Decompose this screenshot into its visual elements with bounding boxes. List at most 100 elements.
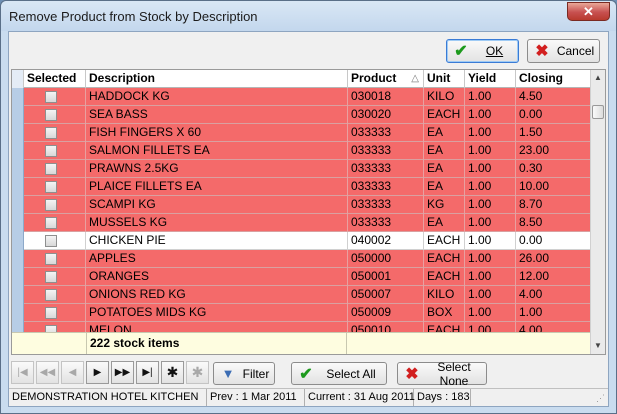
column-header-product[interactable]: Product △: [348, 70, 424, 88]
cell-closing[interactable]: 12.00: [516, 268, 592, 286]
cell-product[interactable]: 033333: [348, 178, 424, 196]
row-indicator[interactable]: [12, 214, 24, 232]
scroll-up-icon[interactable]: ▲: [591, 70, 605, 86]
cell-description[interactable]: MUSSELS KG: [86, 214, 348, 232]
cell-closing[interactable]: 26.00: [516, 250, 592, 268]
row-checkbox[interactable]: [45, 271, 57, 283]
cell-description[interactable]: FISH FINGERS X 60: [86, 124, 348, 142]
close-button[interactable]: ✕: [567, 2, 610, 21]
cell-product[interactable]: 050001: [348, 268, 424, 286]
row-checkbox[interactable]: [45, 91, 57, 103]
cell-yield[interactable]: 1.00: [465, 160, 516, 178]
table-row[interactable]: SALMON FILLETS EA 033333 EA 1.00 23.00: [12, 142, 592, 160]
cell-closing[interactable]: 8.50: [516, 214, 592, 232]
cell-unit[interactable]: KG: [424, 196, 465, 214]
table-row[interactable]: ONIONS RED KG 050007 KILO 1.00 4.00: [12, 286, 592, 304]
cell-yield[interactable]: 1.00: [465, 178, 516, 196]
row-indicator[interactable]: [12, 232, 24, 250]
first-record-icon[interactable]: |◀: [11, 361, 34, 384]
cell-product[interactable]: 033333: [348, 124, 424, 142]
cell-product[interactable]: 030018: [348, 88, 424, 106]
cell-description[interactable]: SEA BASS: [86, 106, 348, 124]
table-row[interactable]: HADDOCK KG 030018 KILO 1.00 4.50: [12, 88, 592, 106]
cell-product[interactable]: 033333: [348, 142, 424, 160]
cell-yield[interactable]: 1.00: [465, 304, 516, 322]
cell-yield[interactable]: 1.00: [465, 214, 516, 232]
prior-record-icon[interactable]: ◀: [61, 361, 84, 384]
row-indicator[interactable]: [12, 142, 24, 160]
cell-product[interactable]: 050000: [348, 250, 424, 268]
cell-description[interactable]: PLAICE FILLETS EA: [86, 178, 348, 196]
cell-product[interactable]: 050009: [348, 304, 424, 322]
cell-closing[interactable]: 1.50: [516, 124, 592, 142]
cell-closing[interactable]: 10.00: [516, 178, 592, 196]
cell-description[interactable]: POTATOES MIDS KG: [86, 304, 348, 322]
row-checkbox[interactable]: [45, 127, 57, 139]
cell-description[interactable]: SCAMPI KG: [86, 196, 348, 214]
cell-yield[interactable]: 1.00: [465, 142, 516, 160]
cell-unit[interactable]: EACH: [424, 268, 465, 286]
vertical-scrollbar[interactable]: ▲ ▼: [590, 70, 605, 354]
column-header-yield[interactable]: Yield: [465, 70, 516, 88]
cell-unit[interactable]: KILO: [424, 88, 465, 106]
cell-description[interactable]: CHICKEN PIE: [86, 232, 348, 250]
cell-unit[interactable]: EA: [424, 178, 465, 196]
filter-button[interactable]: ▼ Filter: [213, 362, 275, 385]
row-checkbox[interactable]: [45, 109, 57, 121]
cell-unit[interactable]: EACH: [424, 232, 465, 250]
cell-closing[interactable]: 0.30: [516, 160, 592, 178]
select-all-button[interactable]: ✔ Select All: [291, 362, 387, 385]
row-indicator[interactable]: [12, 286, 24, 304]
table-row[interactable]: ORANGES 050001 EACH 1.00 12.00: [12, 268, 592, 286]
row-checkbox[interactable]: [45, 163, 57, 175]
cell-closing[interactable]: 4.50: [516, 88, 592, 106]
table-row[interactable]: APPLES 050000 EACH 1.00 26.00: [12, 250, 592, 268]
table-row[interactable]: POTATOES MIDS KG 050009 BOX 1.00 1.00: [12, 304, 592, 322]
row-checkbox[interactable]: [45, 199, 57, 211]
column-header-description[interactable]: Description: [86, 70, 348, 88]
cell-yield[interactable]: 1.00: [465, 232, 516, 250]
cell-closing[interactable]: 23.00: [516, 142, 592, 160]
row-indicator[interactable]: [12, 196, 24, 214]
cell-description[interactable]: SALMON FILLETS EA: [86, 142, 348, 160]
cell-unit[interactable]: EACH: [424, 106, 465, 124]
stock-grid[interactable]: Selected Description Product △ Unit Yiel…: [11, 69, 606, 355]
insert-record-icon[interactable]: ✱: [161, 361, 184, 384]
cell-product[interactable]: 030020: [348, 106, 424, 124]
cell-unit[interactable]: EA: [424, 124, 465, 142]
cell-yield[interactable]: 1.00: [465, 286, 516, 304]
row-checkbox[interactable]: [45, 145, 57, 157]
table-row[interactable]: FISH FINGERS X 60 033333 EA 1.00 1.50: [12, 124, 592, 142]
row-checkbox[interactable]: [45, 307, 57, 319]
table-row[interactable]: SCAMPI KG 033333 KG 1.00 8.70: [12, 196, 592, 214]
cell-yield[interactable]: 1.00: [465, 106, 516, 124]
cell-unit[interactable]: EA: [424, 214, 465, 232]
column-header-selected[interactable]: Selected: [24, 70, 86, 88]
cell-closing[interactable]: 8.70: [516, 196, 592, 214]
cell-closing[interactable]: 4.00: [516, 286, 592, 304]
cell-yield[interactable]: 1.00: [465, 250, 516, 268]
row-checkbox[interactable]: [45, 253, 57, 265]
title-bar[interactable]: Remove Product from Stock by Description…: [1, 1, 616, 31]
cell-product[interactable]: 050007: [348, 286, 424, 304]
row-indicator[interactable]: [12, 178, 24, 196]
cell-unit[interactable]: EACH: [424, 250, 465, 268]
column-header-unit[interactable]: Unit: [424, 70, 465, 88]
cell-unit[interactable]: EA: [424, 142, 465, 160]
row-indicator[interactable]: [12, 106, 24, 124]
cell-unit[interactable]: KILO: [424, 286, 465, 304]
row-indicator[interactable]: [12, 88, 24, 106]
cell-closing[interactable]: 0.00: [516, 232, 592, 250]
post-edit-icon[interactable]: ✱: [186, 361, 209, 384]
cell-yield[interactable]: 1.00: [465, 124, 516, 142]
select-none-button[interactable]: ✖ Select None: [397, 360, 487, 388]
cell-unit[interactable]: BOX: [424, 304, 465, 322]
cell-product[interactable]: 033333: [348, 160, 424, 178]
prior-page-icon[interactable]: ◀◀: [36, 361, 59, 384]
cell-unit[interactable]: EA: [424, 160, 465, 178]
cell-yield[interactable]: 1.00: [465, 268, 516, 286]
cell-product[interactable]: 033333: [348, 214, 424, 232]
row-indicator[interactable]: [12, 304, 24, 322]
cell-yield[interactable]: 1.00: [465, 88, 516, 106]
cell-yield[interactable]: 1.00: [465, 196, 516, 214]
